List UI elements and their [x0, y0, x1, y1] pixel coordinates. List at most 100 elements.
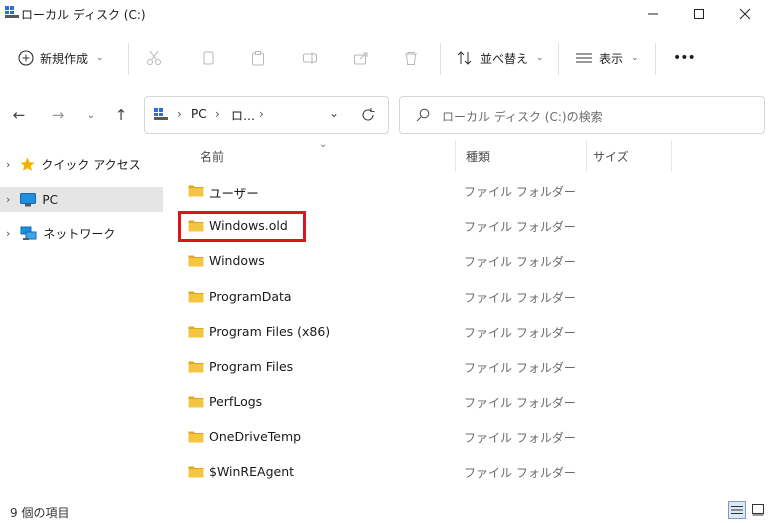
column-header-size[interactable]: サイズ [593, 148, 629, 168]
nav-item-label: ネットワーク [43, 227, 116, 241]
rename-button[interactable] [302, 42, 318, 74]
chevron-down-icon: ⌄ [96, 53, 104, 63]
share-button[interactable] [353, 42, 369, 74]
up-button[interactable]: ↑ [109, 103, 133, 127]
sort-indicator-icon: ⌄ [319, 139, 328, 150]
chevron-right-icon: › [6, 158, 11, 171]
toolbar-divider [655, 43, 656, 75]
view-button[interactable]: 表示 ⌄ [575, 42, 639, 74]
refresh-icon[interactable] [360, 107, 376, 123]
breadcrumb-separator-icon: › [259, 107, 264, 121]
more-options-button[interactable]: ••• [673, 42, 696, 74]
file-type: ファイル フォルダー [464, 326, 576, 340]
chevron-down-icon: ⌄ [86, 109, 96, 121]
nav-item-network[interactable]: › ネットワーク [0, 221, 163, 246]
delete-button[interactable] [403, 42, 419, 74]
new-button[interactable]: 新規作成 ⌄ [18, 42, 104, 74]
paste-button[interactable] [250, 42, 266, 74]
back-button[interactable]: ← [7, 103, 31, 127]
search-placeholder: ローカル ディスク (C:)の検索 [442, 110, 603, 124]
folder-icon [188, 361, 204, 373]
nav-item-pc[interactable]: › PC [0, 187, 163, 212]
chevron-down-icon: ⌄ [631, 53, 639, 63]
copy-button[interactable] [200, 42, 216, 74]
maximize-button[interactable] [676, 0, 722, 28]
search-icon [416, 108, 430, 122]
breadcrumb-separator-icon: › [177, 107, 182, 121]
highlight-box [178, 211, 306, 242]
view-button-label: 表示 [599, 51, 624, 66]
breadcrumb-separator-icon: › [215, 107, 220, 121]
file-name: ユーザー [209, 186, 259, 201]
arrow-right-icon: → [51, 106, 65, 124]
file-name: PerfLogs [209, 394, 263, 409]
minimize-icon [648, 13, 658, 15]
address-dropdown-icon[interactable]: ⌄ [329, 106, 339, 120]
arrow-up-icon: ↑ [114, 106, 128, 124]
file-row[interactable]: PerfLogs ファイル フォルダー [180, 385, 750, 419]
trash-icon [405, 52, 417, 65]
folder-icon [188, 466, 204, 478]
file-row[interactable]: $WinREAgent ファイル フォルダー [180, 455, 750, 489]
close-button[interactable] [722, 0, 768, 28]
tiles-view-icon [752, 504, 764, 516]
file-type: ファイル フォルダー [464, 220, 576, 234]
plus-circle-icon [18, 50, 34, 66]
folder-icon [188, 291, 204, 303]
folder-icon [188, 255, 204, 267]
sort-icon [457, 51, 472, 65]
sort-button[interactable]: 並べ替え ⌄ [456, 42, 544, 74]
cut-button[interactable] [146, 42, 162, 74]
tiles-view-button[interactable] [749, 501, 767, 519]
recent-locations-button[interactable]: ⌄ [79, 103, 103, 127]
file-type: ファイル フォルダー [464, 466, 576, 480]
file-type: ファイル フォルダー [464, 396, 576, 410]
column-divider[interactable] [586, 141, 587, 171]
more-icon: ••• [673, 50, 696, 66]
scissors-icon [147, 50, 161, 65]
drive-icon [5, 6, 19, 18]
address-bar[interactable]: › PC › ロ… › ⌄ [144, 96, 389, 134]
forward-button[interactable]: → [46, 103, 70, 127]
file-row[interactable]: ProgramData ファイル フォルダー [180, 280, 750, 314]
file-row[interactable]: ユーザー ファイル フォルダー [180, 174, 750, 208]
column-header-name[interactable]: 名前 [200, 148, 224, 168]
column-header-type[interactable]: 種類 [466, 148, 490, 168]
nav-item-label: クイック アクセス [41, 158, 141, 172]
clipboard-icon [252, 51, 264, 66]
chevron-right-icon: › [6, 227, 11, 240]
file-row[interactable]: OneDriveTemp ファイル フォルダー [180, 420, 750, 454]
breadcrumb-drive[interactable]: ロ… [231, 107, 255, 124]
file-row[interactable]: Program Files (x86) ファイル フォルダー [180, 315, 750, 349]
pc-small-icon [154, 108, 168, 120]
file-row[interactable]: Windows ファイル フォルダー [180, 244, 750, 278]
chevron-right-icon: › [6, 193, 11, 206]
new-button-label: 新規作成 [40, 51, 89, 66]
toolbar-divider [128, 43, 129, 75]
breadcrumb-pc[interactable]: PC [191, 107, 207, 121]
close-icon [739, 8, 751, 20]
share-icon [354, 52, 368, 65]
folder-icon [188, 326, 204, 338]
folder-icon [188, 431, 204, 443]
arrow-left-icon: ← [12, 106, 26, 124]
file-name: OneDriveTemp [209, 429, 302, 444]
details-view-button[interactable] [728, 501, 746, 519]
folder-icon [188, 185, 204, 197]
file-name: ProgramData [209, 289, 292, 304]
rename-icon [303, 52, 317, 64]
file-type: ファイル フォルダー [464, 185, 576, 199]
file-name: Windows [209, 253, 265, 268]
star-icon [20, 157, 35, 171]
folder-icon [188, 396, 204, 408]
nav-item-label: PC [42, 192, 59, 207]
file-name: $WinREAgent [209, 464, 295, 479]
nav-item-quick-access[interactable]: › クイック アクセス [0, 152, 163, 177]
column-divider[interactable] [455, 141, 456, 171]
column-divider[interactable] [671, 141, 672, 171]
view-list-icon [576, 53, 592, 63]
search-box[interactable]: ローカル ディスク (C:)の検索 [399, 96, 765, 134]
minimize-button[interactable] [630, 0, 676, 28]
sort-button-label: 並べ替え [480, 51, 529, 66]
file-row[interactable]: Program Files ファイル フォルダー [180, 350, 750, 384]
